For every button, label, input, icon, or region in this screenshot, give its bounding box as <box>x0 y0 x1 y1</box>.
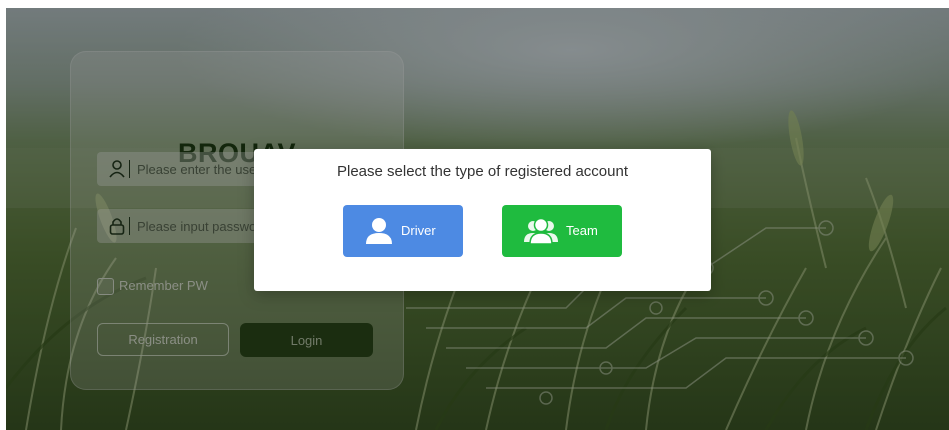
driver-button[interactable]: Driver <box>343 205 463 257</box>
account-type-dialog: Please select the type of registered acc… <box>254 149 711 291</box>
team-button[interactable]: Team <box>502 205 622 257</box>
team-label: Team <box>566 223 598 238</box>
driver-label: Driver <box>401 223 436 238</box>
person-icon <box>365 217 393 248</box>
group-icon <box>524 217 558 248</box>
dialog-title: Please select the type of registered acc… <box>336 163 628 180</box>
